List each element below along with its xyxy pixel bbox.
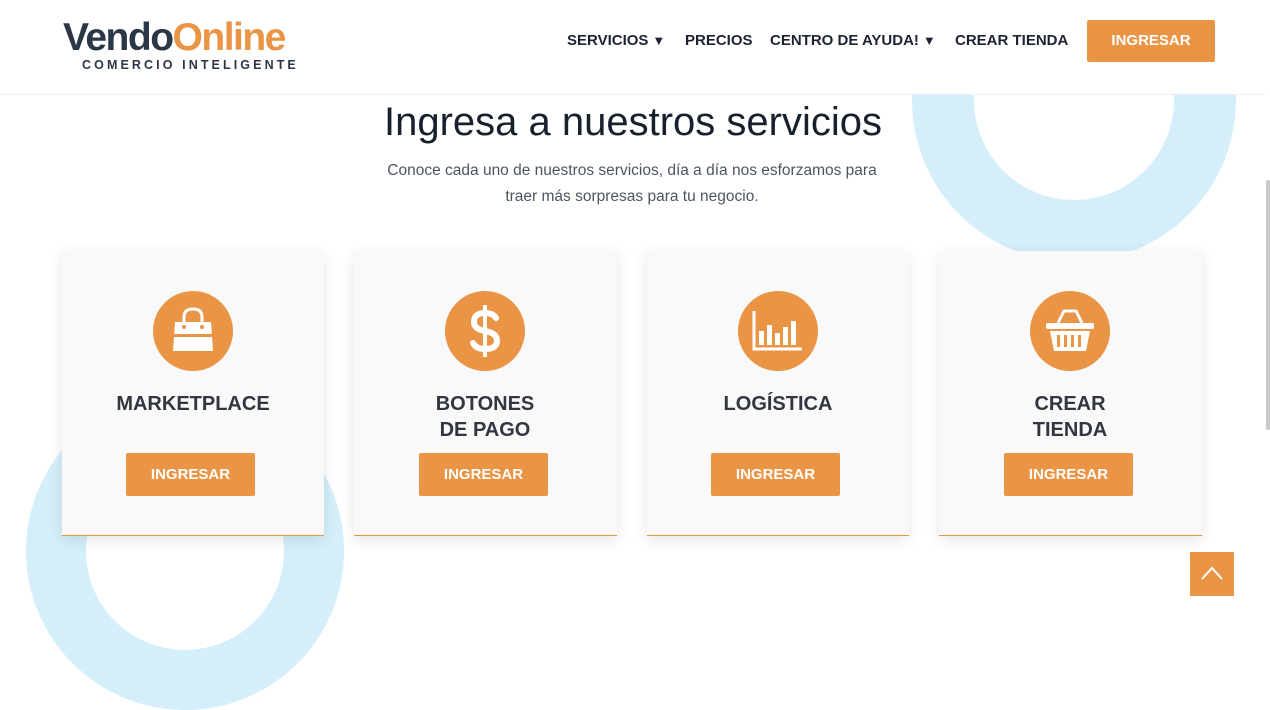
crear-tienda-ingresar-button[interactable]: INGRESAR [1004, 453, 1133, 496]
shopping-bag-icon [153, 291, 233, 371]
card-title-line: MARKETPLACE [116, 393, 270, 415]
logo-wordmark: VendoOnline [63, 18, 333, 58]
marketplace-ingresar-button[interactable]: INGRESAR [126, 453, 255, 496]
logo-word-vendo: Vendo [63, 16, 174, 59]
caret-down-icon: ▼ [652, 33, 666, 48]
service-card-botones-de-pago: BOTONES DE PAGO INGRESAR [354, 251, 617, 536]
subtitle-line: Conoce cada uno de nuestros servicios, d… [387, 162, 877, 179]
page-title: Ingresa a nuestros servicios [383, 100, 882, 144]
service-card-marketplace: MARKETPLACE INGRESAR [62, 251, 324, 536]
service-card-logistica: LOGÍSTICA INGRESAR [647, 251, 909, 536]
nav-item-crear-tienda[interactable]: CREAR TIENDA [955, 30, 1068, 52]
service-card-crear-tienda: CREAR TIENDA INGRESAR [939, 251, 1202, 536]
logo-tagline: COMERCIO INTELIGENTE [82, 58, 299, 72]
nav-item-label: SERVICIOS [567, 32, 649, 49]
card-title-line: BOTONES [435, 393, 535, 415]
page-scrollbar-thumb[interactable] [1266, 180, 1270, 430]
page-subtitle: Conoce cada uno de nuestros servicios, d… [370, 158, 894, 210]
logo-word-online: Online [172, 16, 287, 59]
logistica-ingresar-button[interactable]: INGRESAR [711, 453, 840, 496]
bar-chart-icon [738, 291, 818, 371]
card-title: CREAR TIENDA [939, 391, 1201, 443]
dollar-icon [445, 291, 525, 371]
login-button[interactable]: INGRESAR [1087, 20, 1215, 62]
site-header: VendoOnline COMERCIO INTELIGENTE SERVICI… [0, 0, 1266, 95]
nav-item-label: PRECIOS [685, 32, 753, 49]
caret-down-icon: ▼ [922, 33, 936, 48]
card-title: BOTONES DE PAGO [354, 391, 616, 443]
nav-item-precios[interactable]: PRECIOS [685, 30, 753, 52]
card-title-line: DE PAGO [439, 419, 531, 441]
nav-item-label: CREAR TIENDA [955, 32, 1069, 49]
nav-item-centro-de-ayuda[interactable]: CENTRO DE AYUDA! ▼ [770, 30, 936, 52]
chevron-up-icon [1201, 566, 1223, 580]
card-title: LOGÍSTICA [647, 391, 909, 417]
basket-icon [1030, 291, 1110, 371]
card-title-line: TIENDA [1032, 419, 1108, 441]
subtitle-line: traer más sorpresas para tu negocio. [505, 188, 759, 205]
nav-item-label: CENTRO DE AYUDA! [770, 32, 919, 49]
botones-de-pago-ingresar-button[interactable]: INGRESAR [419, 453, 548, 496]
card-title: MARKETPLACE [62, 391, 324, 417]
logo[interactable]: VendoOnline COMERCIO INTELIGENTE [63, 18, 333, 78]
card-title-line: CREAR [1034, 393, 1106, 415]
nav-item-servicios[interactable]: SERVICIOS ▼ [567, 30, 665, 52]
card-title-line: LOGÍSTICA [723, 393, 833, 415]
scroll-to-top-button[interactable] [1190, 552, 1234, 596]
